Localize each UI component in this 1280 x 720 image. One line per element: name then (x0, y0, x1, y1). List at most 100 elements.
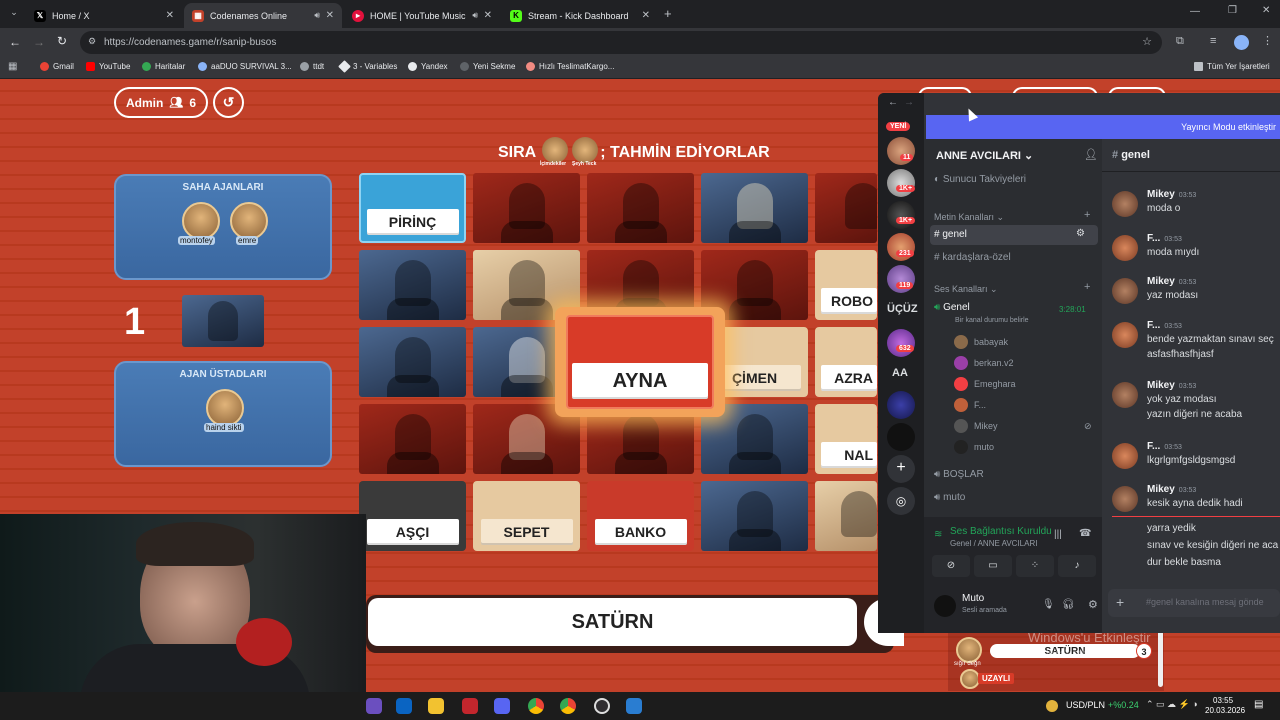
close-tab-icon[interactable]: ✕ (326, 10, 334, 21)
channel-settings-icon[interactable]: ⚙ (1076, 228, 1085, 239)
word-card-azra[interactable]: AZRA (815, 327, 877, 397)
word-card-robo[interactable]: ROBO (815, 250, 877, 320)
bookmark-duo[interactable]: aaDUO SURVIVAL 3... (198, 62, 292, 71)
browser-menu-icon[interactable]: ⋮ (1262, 34, 1273, 47)
all-bookmarks[interactable]: Tüm Yer İşaretleri (1194, 62, 1270, 71)
forward-arrow-icon[interactable]: → (904, 97, 914, 108)
noise-suppression-icon[interactable]: ||| (1054, 529, 1062, 540)
server-icon[interactable] (887, 137, 915, 165)
word-card-banko[interactable]: BANKO (587, 481, 694, 551)
close-tab-icon[interactable]: ✕ (166, 10, 174, 21)
tab-x[interactable]: 𝕏 Home / X ✕ (26, 3, 182, 28)
message-input[interactable]: + #genel kanalına mesaj gönde (1108, 589, 1280, 617)
close-window-button[interactable]: ✕ (1262, 5, 1270, 16)
user-settings-icon[interactable]: ⚙ (1088, 598, 1098, 611)
profile-avatar[interactable] (1234, 35, 1249, 50)
voice-user[interactable]: berkan.v2 (954, 356, 1014, 370)
voice-user[interactable]: Emeghara (954, 377, 1016, 391)
streamer-mode-banner[interactable]: Yayıncı Modu etkinleştir (926, 115, 1280, 139)
text-category[interactable]: Metin Kanalları ⌄ (934, 212, 1004, 223)
bookmark-new-tab[interactable]: Yeni Sekme (460, 62, 515, 71)
connection-sub[interactable]: Genel / ANNE AVCILARI (950, 539, 1037, 548)
file-explorer-icon[interactable] (428, 698, 444, 714)
discord-icon[interactable] (494, 698, 510, 714)
disconnect-icon[interactable]: ☎︎ (1079, 528, 1091, 539)
server-icon[interactable] (887, 201, 915, 229)
microphone-icon[interactable]: 🎙︎ (1042, 599, 1055, 610)
bookmark-variables[interactable]: 3 - Variables (338, 60, 397, 73)
bookmark-gmail[interactable]: Gmail (40, 62, 74, 71)
voice-user[interactable]: muto (954, 440, 994, 454)
back-arrow-icon[interactable]: ← (9, 35, 21, 49)
server-label[interactable]: ÜÇÜZ (887, 303, 918, 315)
reset-button[interactable]: ↺ (213, 87, 244, 118)
explore-servers-icon[interactable]: ◎ (887, 487, 915, 515)
screen-share-button[interactable]: ▭ (974, 555, 1012, 577)
apps-grid-icon[interactable]: ▦ (8, 61, 17, 72)
word-card-sepet[interactable]: SEPET (473, 481, 580, 551)
activities-button[interactable]: ⁘ (1016, 555, 1054, 577)
voice-channel-muto[interactable]: 🔊︎ muto (934, 492, 965, 503)
app-icon[interactable] (366, 698, 382, 714)
app-icon[interactable] (462, 698, 478, 714)
tray-icons[interactable]: ⌃ ▭ ☁ ⚡ ◑ (1146, 699, 1198, 710)
chrome-icon[interactable] (528, 698, 544, 714)
new-tab-button[interactable]: + (664, 6, 672, 21)
restore-window-button[interactable]: ❐ (1228, 5, 1237, 16)
clock-time[interactable]: 03:55 (1213, 696, 1233, 705)
app-icon[interactable] (626, 698, 642, 714)
voice-channel-genel[interactable]: 🔊︎ Genel (934, 302, 970, 313)
voice-user[interactable]: F... (954, 398, 986, 412)
voice-user[interactable]: babayak (954, 335, 1008, 349)
back-arrow-icon[interactable]: ← (888, 97, 898, 108)
clock-date[interactable]: 20.03.2026 (1205, 706, 1245, 715)
address-bar[interactable]: ⚙ https://codenames.game/r/sanip-busos ☆ (80, 31, 1162, 54)
admin-button[interactable]: Admin 👥︎ 6 (114, 87, 208, 118)
chrome-icon[interactable] (560, 698, 576, 714)
bookmark-maps[interactable]: Haritalar (142, 62, 185, 71)
speaker-icon[interactable]: 🔊︎ (314, 10, 320, 21)
channel-kardaslara[interactable]: # kardaşlara-özel (934, 252, 1011, 263)
bookmark-yandex[interactable]: Yandex (408, 62, 448, 71)
add-server-icon[interactable]: + (887, 455, 915, 483)
tab-youtube-music[interactable]: ▸ HOME | YouTube Music 🔊︎ ✕ (344, 3, 500, 28)
ticker-label[interactable]: USD/PLN (1066, 700, 1105, 710)
soundboard-button[interactable]: ♪ (1058, 555, 1096, 577)
word-card-nal[interactable]: NAL (815, 404, 877, 474)
user-avatar[interactable] (934, 595, 956, 617)
outlook-icon[interactable] (396, 698, 412, 714)
add-channel-icon[interactable]: + (1084, 281, 1090, 293)
server-label[interactable]: AA (892, 367, 908, 379)
notification-icon[interactable]: ▤ (1254, 699, 1263, 710)
tab-codenames[interactable]: ▦ Codenames Online 🔊︎ ✕ (184, 3, 342, 28)
server-name[interactable]: ANNE AVCILARI ⌄ (936, 149, 1033, 162)
word-card-pirinc[interactable]: PİRİNÇ (359, 173, 466, 243)
voice-status[interactable]: Bir kanal durumu belirle (955, 317, 1029, 324)
bookmark-youtube[interactable]: YouTube (86, 62, 130, 71)
headphones-icon[interactable]: 🎧︎ (1062, 599, 1075, 610)
word-card-asci[interactable]: AŞÇI (359, 481, 466, 551)
bookmark-cargo[interactable]: Hızlı TeslimatKargo... (526, 62, 614, 71)
close-tab-icon[interactable]: ✕ (642, 10, 650, 21)
media-control-icon[interactable]: ≡ (1210, 35, 1216, 47)
invite-icon[interactable]: 👤︎ (1084, 148, 1098, 161)
minimize-window-button[interactable]: — (1190, 6, 1200, 17)
bookmark-ttdt[interactable]: ttdt (300, 62, 324, 71)
obs-icon[interactable] (594, 698, 610, 714)
voice-channel-boslar[interactable]: 🔊︎ BOŞLAR (934, 469, 984, 480)
word-card-ayna[interactable]: AYNA (566, 315, 714, 409)
voice-category[interactable]: Ses Kanalları ⌄ (934, 284, 998, 295)
connection-title[interactable]: Ses Bağlantısı Kuruldu (950, 526, 1052, 537)
speaker-icon[interactable]: 🔊︎ (472, 10, 478, 21)
server-icon[interactable] (887, 391, 915, 419)
server-icon[interactable] (887, 329, 915, 357)
forward-arrow-icon[interactable]: → (33, 35, 45, 49)
add-attachment-icon[interactable]: + (1116, 594, 1124, 610)
server-boosts[interactable]: ◐ Sunucu Takviyeleri (934, 174, 1026, 185)
extensions-icon[interactable]: ⧉ (1176, 35, 1184, 48)
close-tab-icon[interactable]: ✕ (484, 10, 492, 21)
add-channel-icon[interactable]: + (1084, 209, 1090, 221)
log-scrollbar[interactable] (1158, 627, 1163, 687)
tab-kick[interactable]: K Stream - Kick Dashboard ✕ (502, 3, 658, 28)
voice-user[interactable]: Mikey (954, 419, 998, 433)
